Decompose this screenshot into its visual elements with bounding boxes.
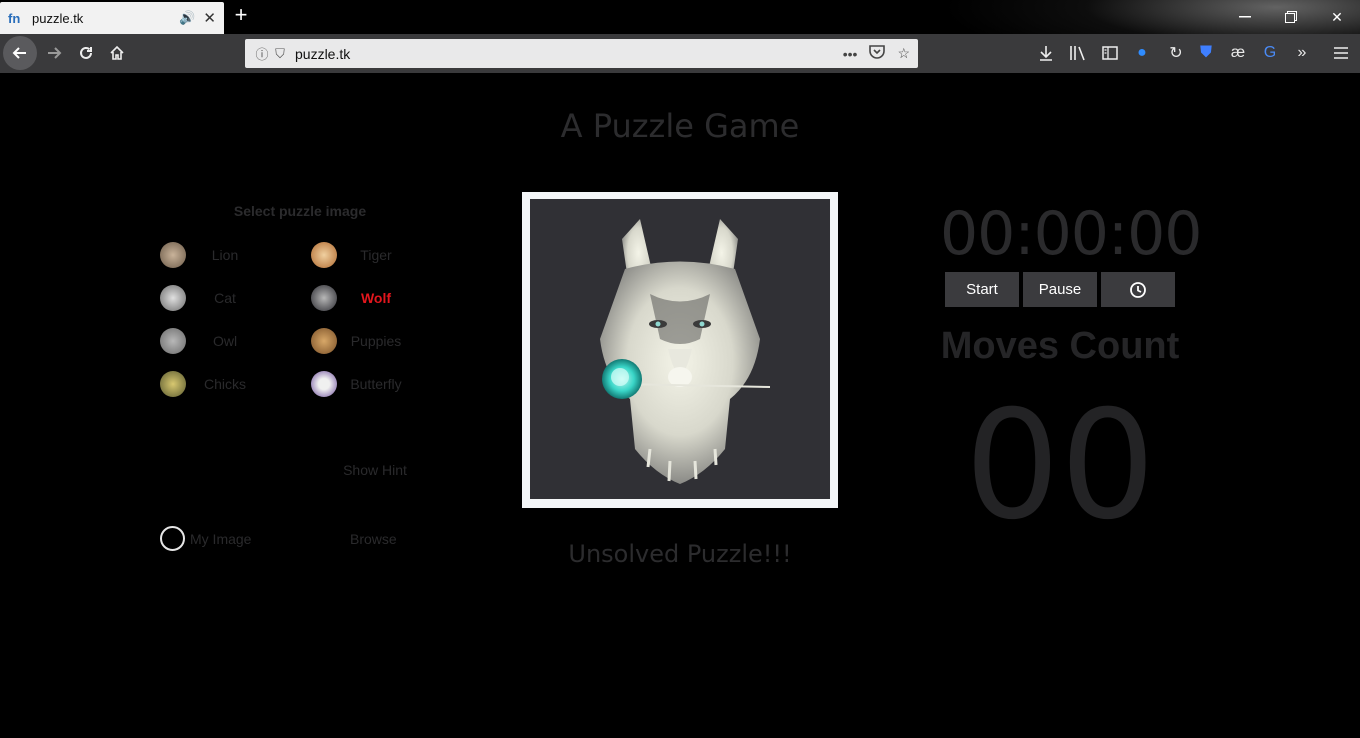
- option-puppies[interactable]: Puppies: [311, 327, 401, 355]
- option-lion[interactable]: Lion: [160, 241, 238, 269]
- hamburger-icon[interactable]: [1327, 39, 1355, 67]
- option-label: Cat: [214, 290, 236, 306]
- messenger-icon[interactable]: ●: [1128, 39, 1156, 67]
- wolf-puzzle-image: [600, 219, 771, 484]
- browser-tab[interactable]: fn puzzle.tk 🔊 ✕: [0, 2, 224, 34]
- site-favicon-icon: fn: [8, 10, 21, 26]
- option-label: Chicks: [203, 376, 246, 392]
- start-button[interactable]: Start: [945, 272, 1019, 307]
- shield-icon[interactable]: ⛉: [271, 46, 289, 62]
- overflow-icon[interactable]: »: [1288, 39, 1316, 67]
- select-image-heading: Select puzzle image: [233, 203, 367, 219]
- clock-icon: [1130, 281, 1146, 298]
- plus-icon[interactable]: +: [230, 4, 252, 28]
- home-icon[interactable]: [101, 37, 133, 69]
- timer-display: 00:00:00: [940, 199, 1202, 269]
- show-hint-button[interactable]: Show Hint: [330, 462, 420, 478]
- star-icon[interactable]: ☆: [897, 45, 910, 62]
- translate-icon[interactable]: G: [1256, 39, 1284, 67]
- option-label: Wolf: [360, 290, 392, 306]
- puzzle-board[interactable]: [530, 199, 830, 499]
- arrow-left-icon[interactable]: [3, 36, 37, 70]
- url-bar[interactable]: ⓘ ⛉ puzzle.tk ••• ☆: [245, 39, 918, 68]
- shield-extension-icon[interactable]: ⛊: [1192, 39, 1220, 67]
- option-tiger[interactable]: Tiger: [311, 241, 392, 269]
- puzzle-frame: [522, 192, 838, 508]
- option-cat[interactable]: Cat: [160, 284, 236, 312]
- option-wolf[interactable]: Wolf: [311, 284, 391, 312]
- puzzle-page: A Puzzle Game Select puzzle image Lion T…: [0, 73, 1360, 738]
- option-label: Owl: [212, 333, 238, 349]
- option-label: Puppies: [350, 333, 402, 349]
- option-chicks[interactable]: Chicks: [160, 370, 246, 398]
- close-icon[interactable]: ✕: [203, 9, 216, 27]
- option-label: Lion: [211, 247, 239, 263]
- option-owl[interactable]: Owl: [160, 327, 237, 355]
- speaker-icon[interactable]: 🔊: [179, 10, 195, 26]
- ae-extension-icon[interactable]: æ: [1224, 39, 1252, 67]
- moves-count-label: Moves Count: [940, 325, 1180, 367]
- url-text[interactable]: puzzle.tk: [295, 46, 831, 62]
- pocket-icon[interactable]: [869, 45, 886, 62]
- download-icon[interactable]: [1032, 39, 1060, 67]
- page-title: A Puzzle Game: [560, 107, 800, 145]
- option-label: Tiger: [360, 247, 392, 263]
- sidebar-icon[interactable]: [1096, 39, 1124, 67]
- browser-navbar: ⓘ ⛉ puzzle.tk ••• ☆ ● ↻ ⛊ æ G »: [0, 34, 1360, 73]
- moves-count-value: 00: [964, 379, 1156, 553]
- info-icon[interactable]: ⓘ: [253, 44, 271, 63]
- pause-button[interactable]: Pause: [1023, 272, 1097, 307]
- browser-titlebar: fn puzzle.tk 🔊 ✕ + ✕: [0, 0, 1360, 72]
- ellipsis-icon[interactable]: •••: [843, 46, 858, 62]
- tab-title: puzzle.tk: [32, 10, 84, 26]
- arrow-right-icon[interactable]: [38, 37, 70, 69]
- restore-icon[interactable]: [1268, 0, 1314, 34]
- reload-icon[interactable]: [70, 37, 102, 69]
- library-icon[interactable]: [1064, 39, 1092, 67]
- clock-button[interactable]: [1101, 272, 1175, 307]
- option-butterfly[interactable]: Butterfly: [311, 370, 402, 398]
- minimize-icon[interactable]: [1222, 0, 1268, 34]
- window-close-icon[interactable]: ✕: [1314, 0, 1360, 34]
- option-label: Butterfly: [350, 376, 402, 392]
- sync-extension-icon[interactable]: ↻: [1162, 39, 1190, 67]
